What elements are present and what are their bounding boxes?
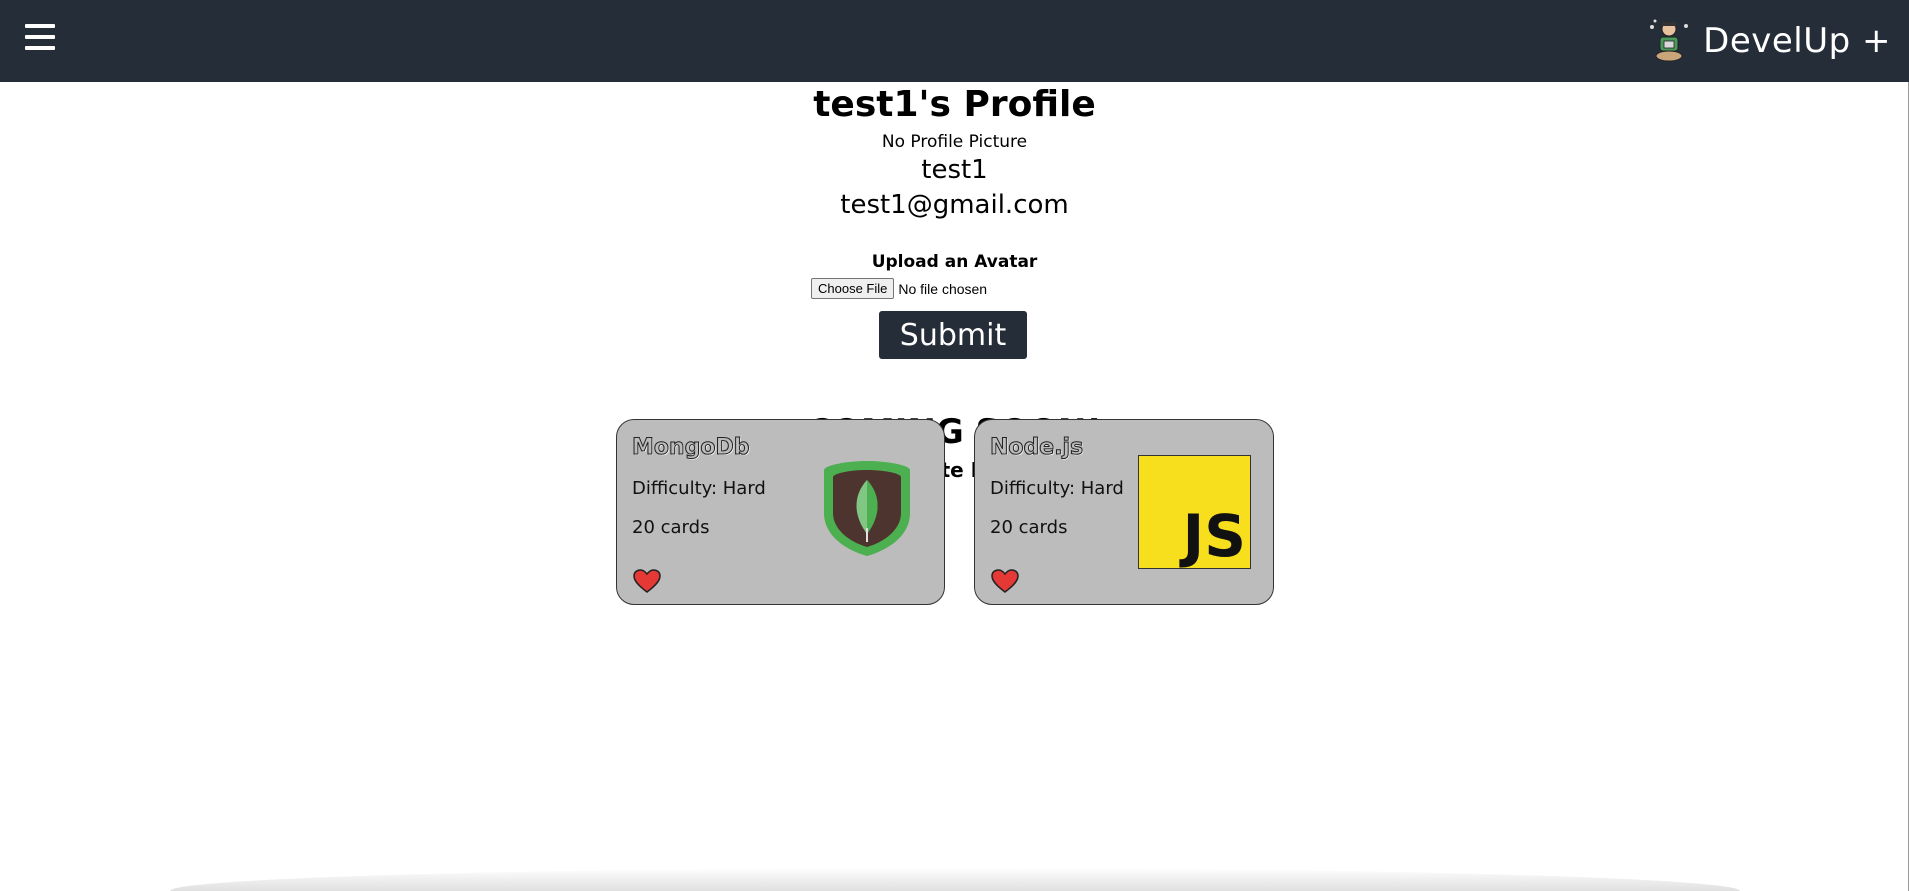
javascript-icon: JS bbox=[1138, 455, 1251, 570]
top-navbar: DevelUp + bbox=[0, 0, 1909, 82]
developer-mascot-icon bbox=[1650, 19, 1689, 62]
username: test1 bbox=[921, 155, 988, 185]
mongodb-leaf-icon bbox=[824, 461, 910, 556]
favorite-decks-heading: Favorite Decks bbox=[871, 458, 1038, 482]
user-email: test1@gmail.com bbox=[840, 190, 1069, 220]
deck-card-mongodb[interactable]: MongoDb Difficulty: Hard 20 cards bbox=[616, 419, 945, 605]
favorite-heart-icon[interactable] bbox=[632, 568, 662, 594]
deck-difficulty: Difficulty: Hard bbox=[632, 478, 766, 499]
deck-difficulty: Difficulty: Hard bbox=[990, 478, 1124, 499]
upload-avatar-label: Upload an Avatar bbox=[871, 252, 1038, 272]
deck-name: MongoDb bbox=[632, 435, 751, 461]
javascript-icon-text: JS bbox=[1182, 502, 1246, 570]
deck-card-nodejs[interactable]: Node.js Difficulty: Hard 20 cards JS bbox=[974, 419, 1274, 605]
brand[interactable]: DevelUp + bbox=[1645, 12, 1891, 70]
coming-soon-heading: COMING SOON! bbox=[807, 412, 1102, 452]
submit-button[interactable]: Submit bbox=[879, 311, 1027, 359]
deck-card-count: 20 cards bbox=[632, 517, 710, 538]
favorite-heart-icon[interactable] bbox=[990, 568, 1020, 594]
no-profile-picture-text: No Profile Picture bbox=[881, 132, 1028, 152]
file-input[interactable]: Choose File No file chosen bbox=[811, 278, 987, 299]
choose-file-button[interactable]: Choose File bbox=[811, 278, 895, 299]
page-title: test1's Profile bbox=[813, 84, 1096, 125]
deck-card-count: 20 cards bbox=[990, 517, 1068, 538]
file-status-text: No file chosen bbox=[898, 280, 988, 297]
hamburger-menu-icon[interactable] bbox=[25, 24, 55, 50]
brand-name: DevelUp + bbox=[1703, 21, 1891, 61]
deck-name: Node.js bbox=[989, 435, 1084, 461]
footer-shadow bbox=[170, 868, 1740, 891]
